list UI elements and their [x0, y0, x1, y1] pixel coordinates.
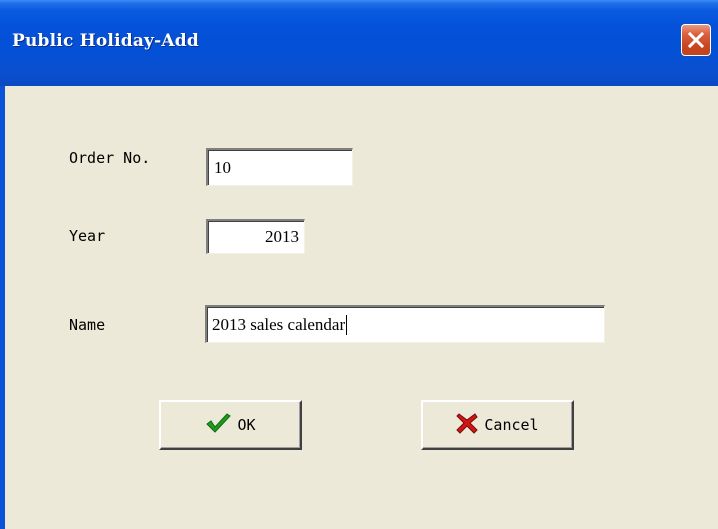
name-input[interactable]: 2013 sales calendar — [205, 305, 605, 343]
checkmark-icon — [205, 412, 232, 439]
name-value-wrap: 2013 sales calendar — [212, 307, 348, 342]
name-value: 2013 sales calendar — [212, 314, 346, 334]
name-label: Name — [69, 316, 106, 334]
close-x-icon — [687, 31, 705, 49]
ok-label: OK — [237, 416, 256, 434]
dialog-body: Order No. 10 Year 2013 Name 2013 sales c… — [5, 86, 718, 529]
window-title: Public Holiday-Add — [12, 31, 199, 51]
year-label: Year — [69, 227, 106, 245]
cancel-label: Cancel — [484, 416, 539, 434]
ok-button[interactable]: OK — [159, 400, 302, 450]
dialog-window: Public Holiday-Add Order No. 10 Year 201… — [0, 0, 718, 529]
close-button[interactable] — [681, 24, 711, 56]
order-no-input[interactable]: 10 — [206, 148, 353, 186]
year-input[interactable]: 2013 — [206, 219, 305, 254]
text-caret — [346, 314, 348, 335]
red-x-icon — [456, 412, 479, 439]
year-value: 2013 — [265, 227, 299, 246]
cancel-button[interactable]: Cancel — [421, 400, 574, 450]
order-no-label: Order No. — [69, 149, 151, 167]
order-no-value: 10 — [214, 157, 231, 177]
title-bar[interactable]: Public Holiday-Add — [0, 0, 718, 86]
